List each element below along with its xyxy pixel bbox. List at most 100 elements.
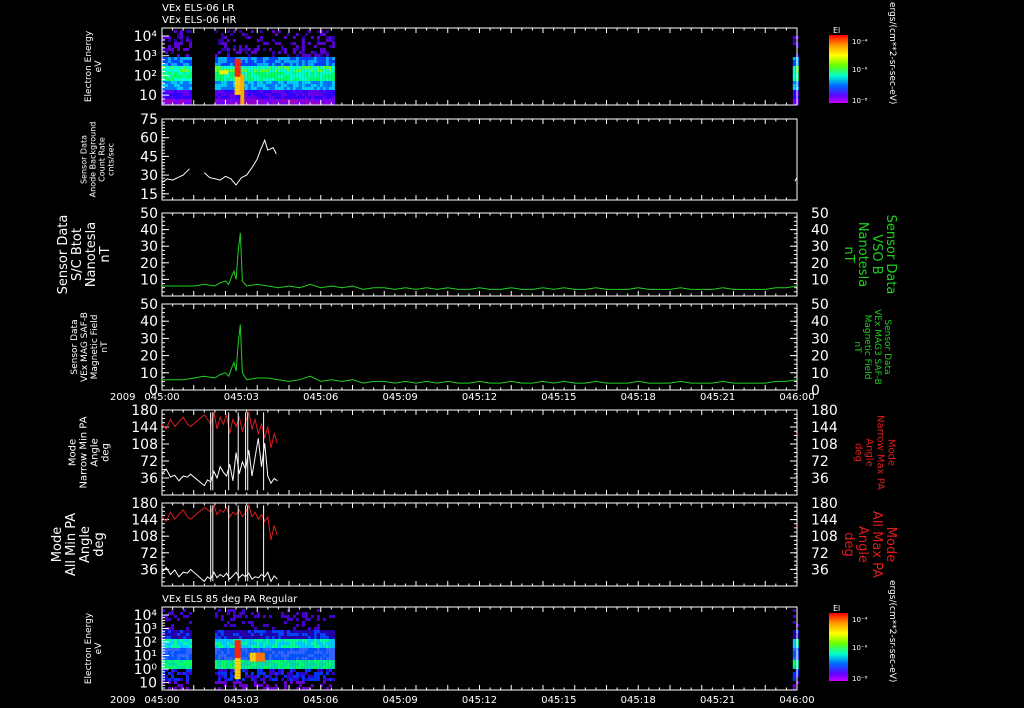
spectrogram-cell [226, 630, 230, 633]
spectrogram-cell [310, 99, 314, 102]
spectrogram-cell [189, 57, 192, 60]
spectrogram-cell [271, 66, 275, 69]
spectrogram-cell [168, 57, 171, 60]
spectrogram-cell [328, 657, 332, 660]
spectrogram-cell [165, 633, 168, 636]
spectrogram-cell [220, 618, 224, 621]
spectrogram-cell [286, 615, 290, 618]
spectrogram-cell [180, 84, 183, 87]
spectrogram-cell [220, 66, 224, 69]
spectrogram-cell [183, 660, 186, 663]
spectrogram-cell [292, 72, 296, 75]
spectrogram-cell [259, 642, 263, 645]
spectrogram-cell [301, 60, 305, 63]
spectrogram-cell [253, 96, 257, 99]
right-axis-label: VEx MAG3 SAF-B [872, 309, 882, 385]
spectrogram-cell [220, 654, 224, 657]
spectrogram-cell [234, 658, 241, 662]
spectrogram-cell [319, 60, 323, 63]
spectrogram-cell [241, 684, 245, 687]
spectrogram-cell [283, 69, 287, 72]
spectrogram-cell [217, 66, 221, 69]
spectrogram-cell [259, 96, 263, 99]
spectrogram-cell [331, 69, 335, 72]
spectrogram-cell [319, 672, 323, 675]
spectrogram-cell [316, 99, 320, 102]
spectrogram-cell [174, 42, 177, 45]
spectrogram-cell [328, 66, 332, 69]
spectrogram-cell [316, 42, 320, 45]
panel-frame [161, 502, 798, 587]
y-tick-label-right: 144 [811, 420, 838, 436]
spectrogram-cell [313, 78, 317, 81]
spectrogram-cell [226, 648, 230, 651]
spectrogram-cell [304, 651, 308, 654]
spectrogram-cell [247, 639, 251, 642]
spectrogram-cell [186, 615, 189, 618]
spectrogram-cell [177, 66, 180, 69]
spectrogram-cell [171, 666, 174, 669]
spectrogram-cell [289, 654, 293, 657]
spectrogram-cell [171, 57, 174, 60]
spectrogram-cell [331, 87, 335, 90]
spectrogram-cell [165, 636, 168, 639]
spectrogram-cell [271, 678, 275, 681]
spectrogram-cell [286, 639, 290, 642]
spectrogram-cell [298, 630, 302, 633]
spectrogram-cell [180, 99, 183, 102]
spectrogram-cell [319, 666, 323, 669]
spectrogram-cell [316, 633, 320, 636]
spectrogram-cell [325, 84, 329, 87]
spectrogram-cell [313, 87, 317, 90]
spectrogram-cell [301, 660, 305, 663]
spectrogram-cell [226, 54, 230, 57]
spectrogram-cell [180, 645, 183, 648]
spectrogram-cell [229, 675, 233, 678]
spectrogram-cell [223, 63, 227, 66]
spectrogram-cell [177, 72, 180, 75]
spectrogram-cell [180, 78, 183, 81]
spectrogram-cell [171, 96, 174, 99]
spectrogram-cell [274, 63, 278, 66]
right-axis-label: All Max PA [869, 511, 884, 578]
spectrogram-cell [289, 648, 293, 651]
spectrogram-cell [268, 630, 272, 633]
spectrogram-cell [183, 48, 186, 51]
spectrogram-cell [331, 45, 335, 48]
y-tick-label-right: 10 [811, 366, 829, 382]
spectrogram-cell [271, 81, 275, 84]
spectrogram-cell [253, 81, 257, 84]
spectrogram-cell [238, 48, 242, 51]
spectrogram-cell [168, 45, 171, 48]
spectrogram-cell [186, 681, 189, 684]
spectrogram-cell [168, 678, 171, 681]
spectrogram-cell [331, 84, 335, 87]
spectrogram-cell [217, 675, 221, 678]
spectrogram-cell [189, 84, 192, 87]
spectrogram-cell [180, 672, 183, 675]
spectrogram-cell [313, 60, 317, 63]
spectrogram-cell [283, 657, 287, 660]
spectrogram-cell [247, 96, 251, 99]
spectrogram-cell [298, 642, 302, 645]
spectrogram-cell [277, 633, 281, 636]
spectrogram-cell [274, 75, 278, 78]
spectrogram-cell [313, 45, 317, 48]
spectrogram-cell [322, 66, 326, 69]
spectrogram-cell [168, 69, 171, 72]
spectrogram-cell [277, 666, 281, 669]
spectrogram-cell [244, 645, 248, 648]
spectrogram-cell [256, 87, 260, 90]
spectrogram-cell [316, 648, 320, 651]
spectrogram-cell [244, 657, 248, 660]
spectrogram-cell [247, 81, 251, 84]
spectrogram-cell [183, 666, 186, 669]
spectrogram-cell [286, 96, 290, 99]
spectrogram-cell [322, 63, 326, 66]
spectrogram-cell [189, 630, 192, 633]
spectrogram-cell [322, 630, 326, 633]
spectrogram-cell [268, 75, 272, 78]
spectrogram-cell [177, 87, 180, 90]
spectrogram-cell [307, 633, 311, 636]
spectrogram-cell [223, 84, 227, 87]
